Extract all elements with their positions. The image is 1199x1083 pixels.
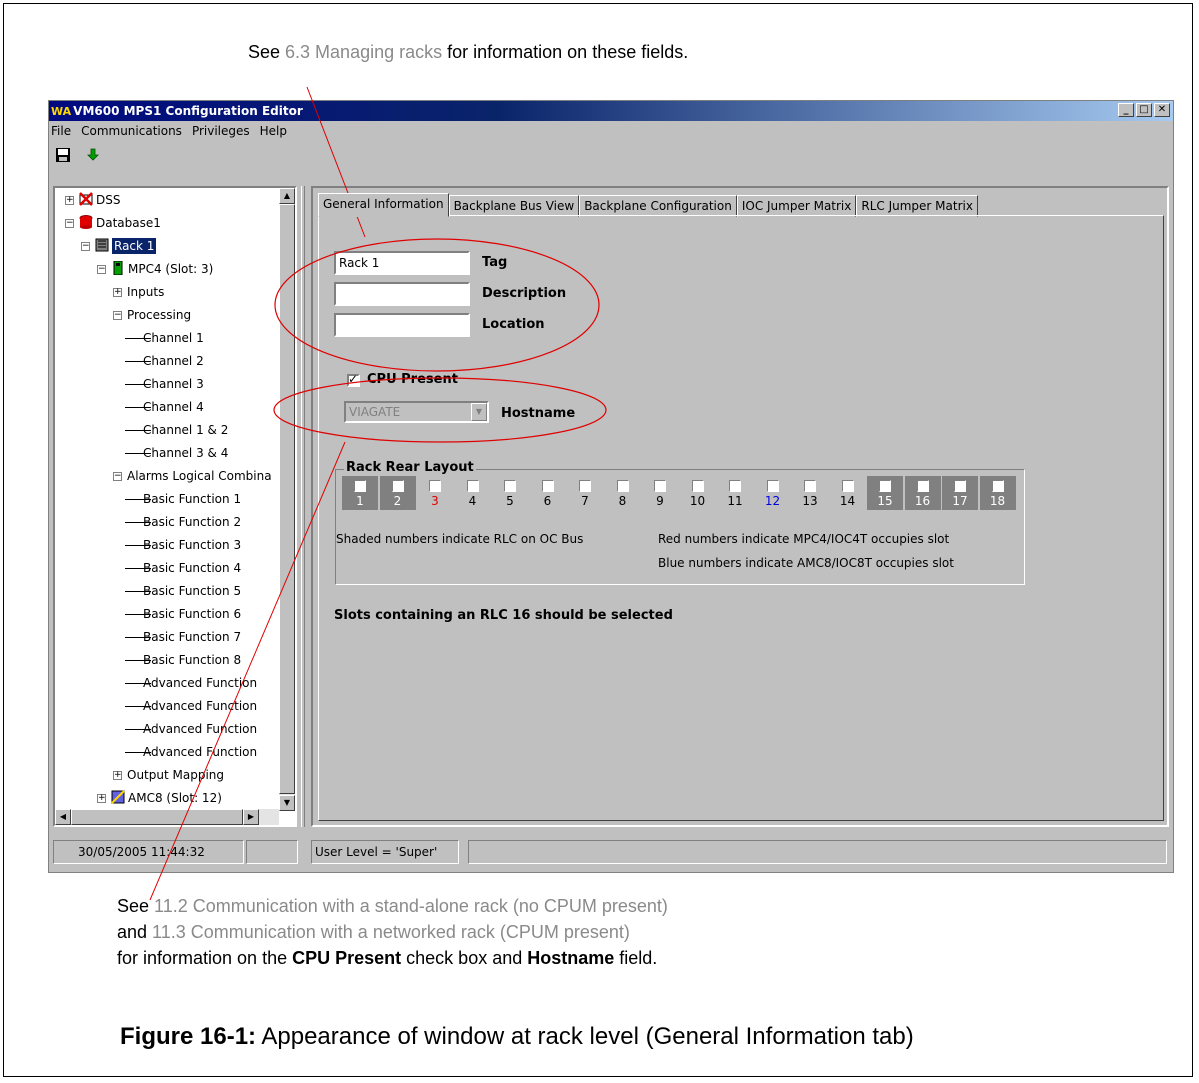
figure-caption: Figure 16-1: Appearance of window at rac…	[120, 1023, 914, 1050]
bottom-annotation-line3: for information on the CPU Present check…	[117, 948, 658, 968]
bottom-annotation-line1: See 11.2 Communication with a stand-alon…	[117, 896, 668, 916]
tag-fields-highlight	[274, 238, 600, 372]
tab-general-information[interactable]: General Information	[318, 193, 449, 217]
networked-rack-link[interactable]: 11.3 Communication with a networked rack…	[152, 922, 630, 942]
bottom-annotation-line2: and 11.3 Communication with a networked …	[117, 922, 630, 942]
standalone-rack-link[interactable]: 11.2 Communication with a stand-alone ra…	[154, 896, 668, 916]
callout-overlay	[149, 86, 607, 901]
bottom-callout-line	[149, 441, 346, 901]
cpu-hostname-highlight	[273, 377, 607, 443]
